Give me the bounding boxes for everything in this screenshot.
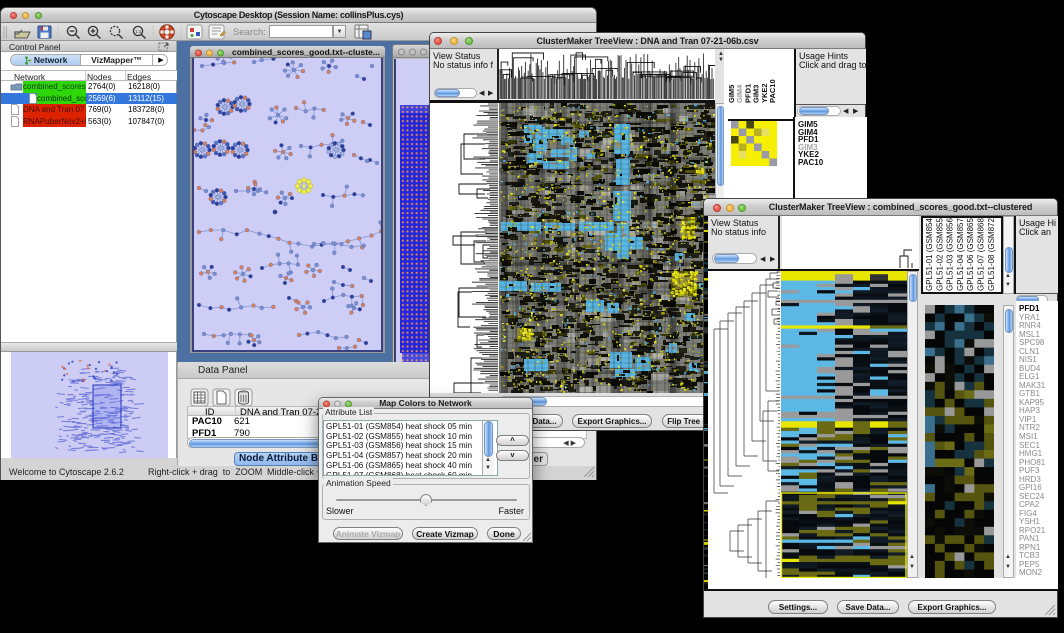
svg-text:GPL51-02 (GSM855): GPL51-02 (GSM855) (935, 218, 944, 291)
svg-text:GPL51-03 (GSM856): GPL51-03 (GSM856) (946, 218, 955, 291)
svg-text:GPL51-04 (GSM857): GPL51-04 (GSM857) (956, 218, 965, 291)
svg-text:GPL51-01 (GSM854): GPL51-01 (GSM854) (925, 218, 934, 291)
svg-text:Search:: Search: (233, 27, 266, 38)
svg-text:PAC10: PAC10 (768, 79, 777, 103)
svg-text:1:1: 1:1 (135, 29, 142, 34)
svg-text:GPL51-08 (GSM872): GPL51-08 (GSM872) (987, 218, 996, 291)
svg-text:GPL51-07 (GSM868): GPL51-07 (GSM868) (977, 218, 986, 291)
svg-text:GPL51-06 (GSM865): GPL51-06 (GSM865) (966, 218, 975, 291)
